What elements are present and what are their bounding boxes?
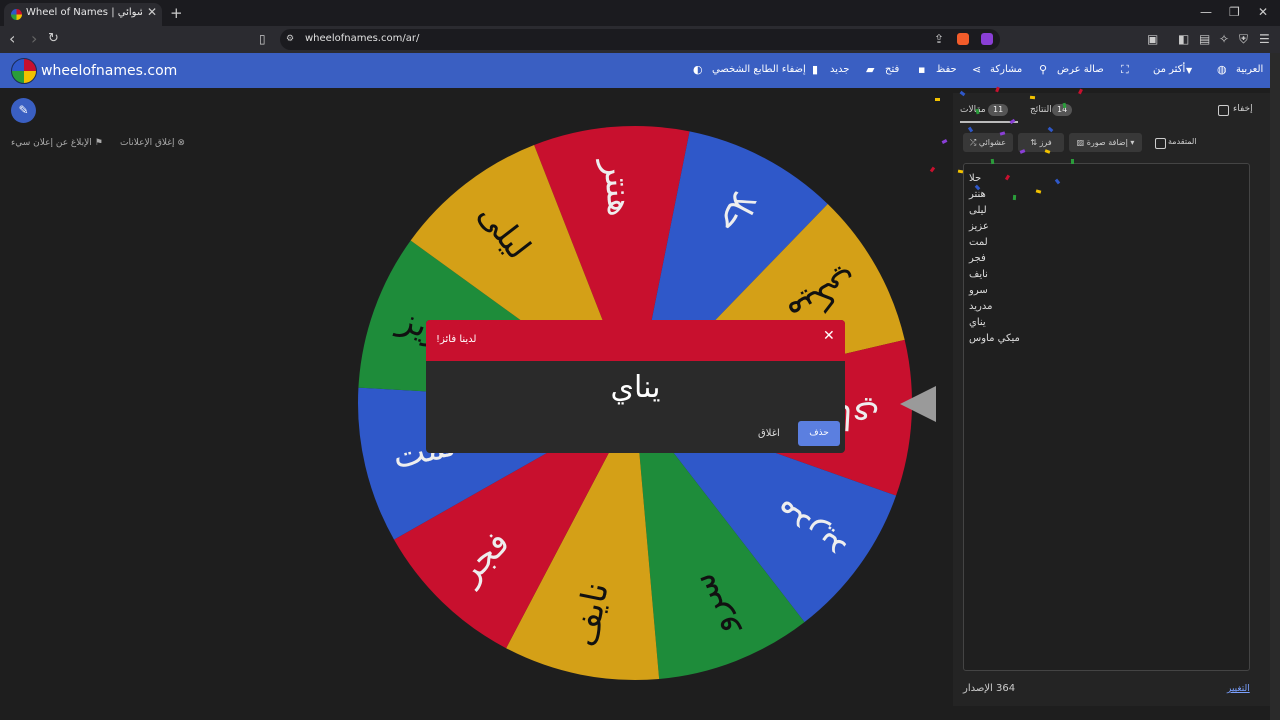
minimize-icon[interactable]: — xyxy=(1200,5,1212,19)
remove-button[interactable]: حذف xyxy=(798,421,840,446)
confetti-piece xyxy=(941,139,948,144)
search-icon[interactable]: ⚲ xyxy=(1039,63,1047,76)
reload-icon[interactable]: ↻ xyxy=(48,31,59,46)
save-icon[interactable]: ▪ xyxy=(918,63,925,76)
vpn-icon[interactable]: ⛨ xyxy=(1239,32,1248,47)
globe-icon[interactable]: ◍ xyxy=(1217,63,1227,76)
open-menu[interactable]: فتح xyxy=(885,64,899,75)
tab-title: Wheel of Names | اسم العشوائي xyxy=(26,7,142,18)
leo-ai-icon[interactable]: ✧ xyxy=(1219,32,1229,46)
new-menu[interactable]: جديد xyxy=(830,64,849,75)
folder-icon[interactable]: ▰ xyxy=(866,63,874,76)
brave-rewards-icon[interactable] xyxy=(981,33,993,45)
edit-icon[interactable]: ✎ xyxy=(11,98,36,123)
bookmark-icon[interactable]: ▯ xyxy=(259,32,266,46)
confetti-piece xyxy=(935,98,940,101)
report-ad-link[interactable]: ⚑ الإبلاغ عن إعلان سيء xyxy=(11,138,103,148)
confetti-piece xyxy=(990,158,995,165)
site-info-icon[interactable]: ⚙ xyxy=(286,34,294,44)
entries-count: 11 xyxy=(988,104,1009,116)
advanced-checkbox[interactable] xyxy=(1155,138,1166,149)
tab-search-icon[interactable]: ▣ xyxy=(1147,32,1158,46)
language-menu[interactable]: العربية xyxy=(1236,64,1263,75)
hide-checkbox[interactable] xyxy=(1218,105,1229,116)
menu-icon[interactable]: ☰ xyxy=(1259,32,1270,46)
palette-icon[interactable]: ◐ xyxy=(693,63,703,76)
entry-item[interactable]: لمت xyxy=(969,237,988,248)
back-icon[interactable]: ‹ xyxy=(9,29,15,48)
confetti-piece xyxy=(995,86,1000,93)
close-circle-icon: ⊗ xyxy=(177,138,185,148)
close-ads-link[interactable]: ⊗ إغلاق الإعلانات xyxy=(120,138,185,148)
entry-item[interactable]: مدريد xyxy=(969,301,992,312)
shuffle-icon: ⤮ xyxy=(969,138,977,147)
wheel-pointer-icon xyxy=(900,386,936,422)
shuffle-button[interactable]: ⤮ عشوائي xyxy=(963,133,1013,152)
entry-item[interactable]: نايف xyxy=(969,269,988,280)
entry-item[interactable]: سرو xyxy=(969,285,988,296)
version-label: 364 الإصدار xyxy=(963,683,1016,694)
fullscreen-icon[interactable]: ⛶ xyxy=(1121,63,1129,77)
brave-shields-icon[interactable] xyxy=(957,33,969,45)
save-menu[interactable]: حفظ xyxy=(936,64,957,75)
confetti-piece xyxy=(1029,95,1036,100)
dialog-close-icon[interactable]: ✕ xyxy=(823,328,835,344)
entry-item[interactable]: عزيز xyxy=(969,221,989,232)
dialog-header xyxy=(426,320,845,361)
add-image-button[interactable]: ▨ إضافة صورة ▾ xyxy=(1069,133,1142,152)
image-icon: ▨ xyxy=(1076,138,1085,147)
close-button[interactable]: اغلاق xyxy=(758,428,780,439)
entry-item[interactable]: ميكي ماوس xyxy=(969,333,1020,344)
tab-results[interactable]: النتائج xyxy=(1030,105,1052,115)
browser-tab-bar xyxy=(0,0,1280,26)
sort-button[interactable]: ⇅ فرز xyxy=(1018,133,1064,152)
site-name[interactable]: wheelofnames.com xyxy=(41,63,177,79)
new-file-icon[interactable]: ▮ xyxy=(812,63,818,76)
customize-menu[interactable]: إضفاء الطابع الشخصي xyxy=(712,64,806,75)
chevron-down-icon[interactable]: ▼ xyxy=(1186,66,1192,75)
hide-label: إخفاء xyxy=(1233,104,1253,114)
restore-icon[interactable]: ❐ xyxy=(1229,5,1240,19)
wallet-icon[interactable]: ▤ xyxy=(1199,32,1210,46)
page-scrollbar[interactable] xyxy=(1270,53,1280,720)
more-menu[interactable]: أكثر من xyxy=(1153,64,1185,75)
entry-item[interactable]: ليلى xyxy=(969,205,987,216)
tab-entries[interactable]: مقالات xyxy=(960,105,986,115)
wheel-segment-label: هنتر xyxy=(595,155,640,217)
dialog-title: لدينا فائز! xyxy=(436,334,477,345)
entry-item[interactable]: يناي xyxy=(969,317,986,328)
confetti-piece xyxy=(957,169,964,174)
entries-textarea[interactable] xyxy=(963,163,1250,671)
gallery-menu[interactable]: صالة عرض xyxy=(1057,64,1104,75)
sort-icon: ⇅ xyxy=(1030,138,1038,147)
address-toolbar: ‹ › ↻ xyxy=(0,26,1280,53)
tab-close-icon[interactable]: ✕ xyxy=(147,5,157,19)
share-page-icon[interactable]: ⇪ xyxy=(934,32,944,46)
new-tab-icon[interactable]: + xyxy=(170,4,183,22)
winner-name: يناي xyxy=(610,370,661,405)
entry-item[interactable]: حلا xyxy=(969,173,981,184)
favicon-icon xyxy=(11,9,22,20)
close-window-icon[interactable]: ✕ xyxy=(1258,5,1268,19)
share-menu[interactable]: مشاركة xyxy=(990,64,1022,75)
flag-icon: ⚑ xyxy=(94,138,103,148)
share-icon[interactable]: ⋖ xyxy=(972,63,981,76)
confetti-piece xyxy=(1070,158,1075,165)
entry-item[interactable]: فجر xyxy=(969,253,986,264)
browser-tab[interactable]: Wheel of Names | اسم العشوائي ✕ xyxy=(4,3,162,26)
confetti-piece xyxy=(1012,194,1017,201)
sidebar-icon[interactable]: ◧ xyxy=(1178,32,1189,46)
url-text: wheelofnames.com/ar/ xyxy=(305,33,420,44)
confetti-piece xyxy=(929,166,936,173)
forward-icon[interactable]: › xyxy=(31,29,37,48)
advanced-label: المتقدمة xyxy=(1168,137,1197,146)
changelog-link[interactable]: التغيير xyxy=(1227,684,1250,694)
winner-dialog: لدينا فائز! ✕ يناي اغلاق حذف xyxy=(426,320,845,453)
logo-icon[interactable] xyxy=(11,58,37,84)
